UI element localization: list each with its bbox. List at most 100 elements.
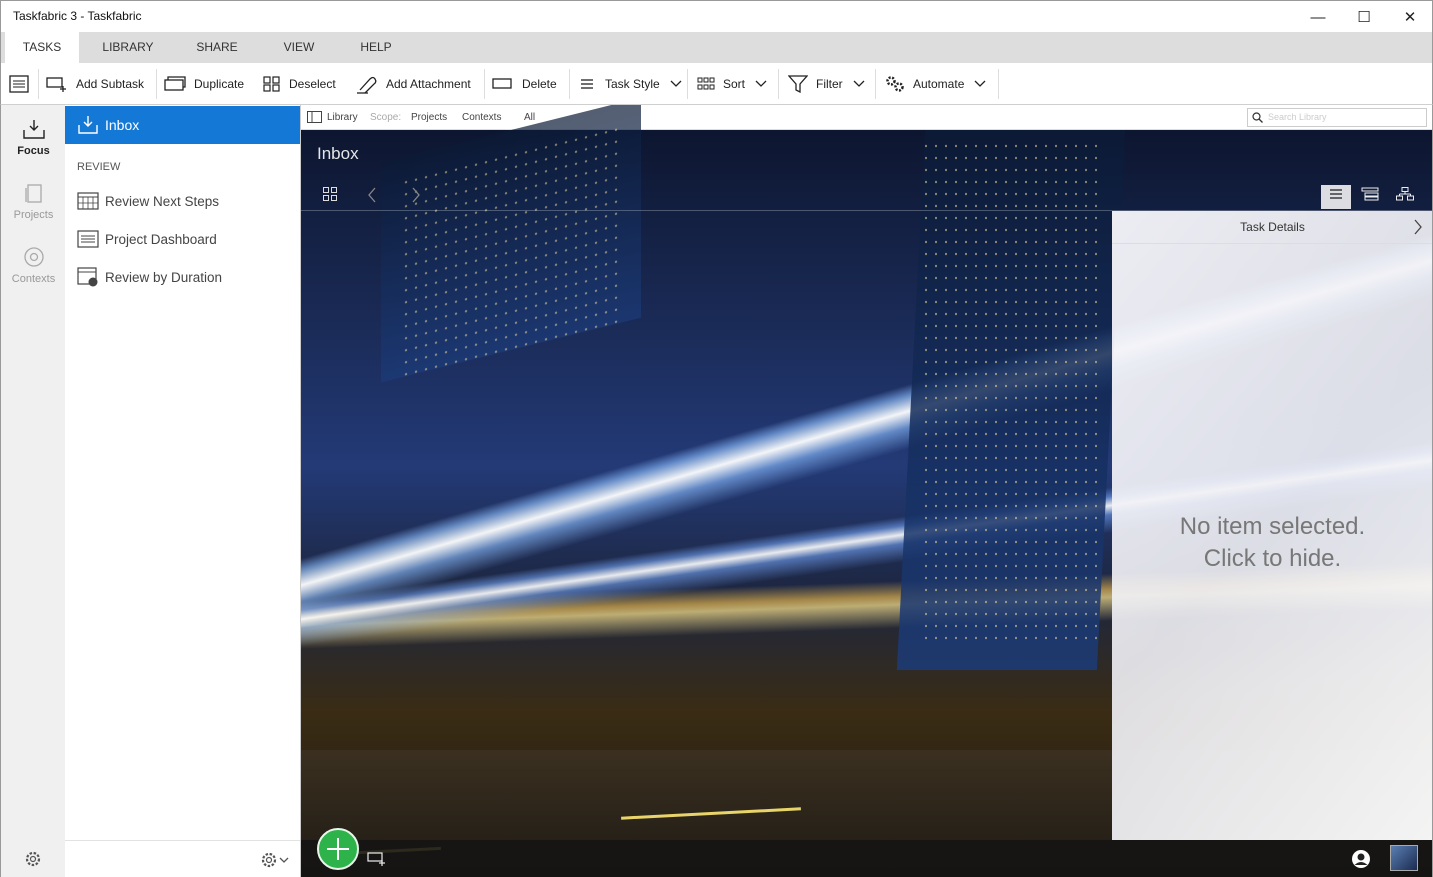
nav-section-review: REVIEW (77, 161, 121, 173)
library-icon (307, 111, 322, 123)
background-thumbnail[interactable] (1390, 845, 1418, 871)
add-subtask-icon[interactable] (367, 851, 387, 867)
main-area: Library Scope: Projects Contexts All Sea… (301, 105, 1433, 877)
rail-contexts-label: Contexts (11, 273, 56, 285)
empty-state-message[interactable]: No item selected. Click to hide. (1112, 511, 1432, 575)
scope-label: Scope: (370, 112, 402, 123)
scope-library[interactable]: Library (327, 112, 358, 123)
task-details-header: Task Details (1112, 211, 1432, 244)
close-button[interactable]: ✕ (1387, 1, 1433, 33)
deselect-button[interactable]: Deselect (263, 63, 336, 105)
minimize-icon: — (1310, 8, 1326, 26)
gear-icon (25, 851, 41, 867)
page-title: Inbox (317, 144, 359, 163)
at-sign-icon (23, 247, 44, 267)
plus-icon (327, 838, 349, 860)
hierarchy-view-icon[interactable] (1396, 187, 1414, 201)
nav-item-review-next-steps[interactable]: Review Next Steps (77, 190, 219, 212)
dashboard-icon (77, 230, 99, 248)
chevron-down-icon (974, 80, 986, 87)
rail-focus-label: Focus (17, 145, 50, 157)
scope-bar: Library Scope: Projects Contexts All Sea… (301, 105, 1432, 130)
sort-label: Sort (723, 77, 746, 91)
add-task-button[interactable] (317, 828, 359, 870)
sort-button[interactable]: Sort (697, 63, 775, 105)
duplicate-icon (164, 76, 186, 91)
gear-icon (261, 852, 277, 868)
delete-label: Delete (522, 77, 557, 91)
delete-icon (492, 78, 512, 89)
rail-contexts[interactable]: Contexts (1, 246, 66, 285)
close-icon: ✕ (1403, 9, 1417, 26)
filter-icon (788, 75, 808, 93)
scope-contexts[interactable]: Contexts (462, 112, 501, 123)
clock-calendar-icon (77, 267, 98, 287)
rail-focus[interactable]: Focus (1, 118, 66, 157)
tab-tasks[interactable]: TASKS (5, 32, 79, 63)
task-style-label: Task Style (605, 77, 660, 91)
bottom-bar (301, 840, 1432, 877)
gears-icon (886, 76, 904, 92)
empty-state-line1: No item selected. (1179, 513, 1366, 540)
nav-item-inbox[interactable]: Inbox (65, 106, 300, 144)
window-title: Taskfabric 3 - Taskfabric (13, 9, 142, 23)
tab-library[interactable]: LIBRARY (91, 32, 165, 63)
nav-footer (65, 840, 300, 877)
projects-icon (24, 184, 42, 203)
automate-label: Automate (913, 77, 965, 91)
settings-button[interactable] (23, 849, 43, 872)
search-icon (1252, 112, 1263, 123)
filter-label: Filter (816, 77, 843, 91)
nav-item-label: Review by Duration (105, 269, 223, 285)
nav-item-project-dashboard[interactable]: Project Dashboard (77, 228, 217, 250)
task-details-pane[interactable]: Task Details No item selected. Click to … (1112, 211, 1432, 840)
nav-settings-button[interactable] (259, 850, 289, 870)
calendar-grid-icon (77, 192, 99, 210)
rail-projects[interactable]: Projects (1, 182, 66, 221)
deselect-icon (263, 76, 280, 92)
list-view-icon (9, 75, 29, 93)
chevron-right-icon[interactable] (411, 187, 421, 203)
duplicate-button[interactable]: Duplicate (164, 63, 244, 105)
search-placeholder: Search Library (1268, 112, 1327, 122)
tab-help[interactable]: HELP (345, 32, 407, 63)
deselect-label: Deselect (289, 77, 336, 91)
chevron-left-icon[interactable] (367, 187, 377, 203)
task-style-button[interactable]: Task Style (579, 63, 690, 105)
search-input[interactable]: Search Library (1247, 108, 1427, 127)
filter-button[interactable]: Filter (788, 63, 873, 105)
nav-item-label: Project Dashboard (105, 231, 217, 247)
nav-item-review-by-duration[interactable]: Review by Duration (77, 266, 222, 288)
chevron-right-icon[interactable] (1413, 219, 1423, 235)
add-attachment-label: Add Attachment (386, 77, 471, 91)
toolbar: Add Subtask Duplicate Deselect Add Attac… (0, 63, 1433, 105)
grid-view-icon (323, 187, 337, 201)
menu-button[interactable] (9, 63, 37, 105)
delete-button[interactable]: Delete (492, 63, 557, 105)
inbox-tray-icon (78, 116, 98, 134)
empty-state-line2: Click to hide. (1203, 545, 1342, 572)
left-rail: Focus Projects Contexts (0, 105, 65, 877)
chevron-down-icon (755, 80, 767, 87)
minimize-button[interactable]: — (1295, 1, 1341, 33)
task-style-icon (581, 79, 593, 89)
add-subtask-icon (46, 77, 66, 92)
automate-button[interactable]: Automate (885, 63, 994, 105)
tab-view[interactable]: VIEW (267, 32, 331, 63)
nav-item-label: Review Next Steps (105, 193, 220, 209)
user-account-icon[interactable] (1351, 849, 1371, 869)
tab-share[interactable]: SHARE (179, 32, 255, 63)
add-attachment-button[interactable]: Add Attachment (356, 63, 471, 105)
inbox-tray-icon (22, 120, 45, 139)
scope-all[interactable]: All (524, 112, 535, 123)
title-bar: Taskfabric 3 - Taskfabric — ☐ ✕ (0, 0, 1433, 32)
add-subtask-button[interactable]: Add Subtask (46, 63, 144, 105)
outline-view-icon[interactable] (1361, 187, 1379, 201)
duplicate-label: Duplicate (194, 77, 245, 91)
list-view-icon[interactable] (1329, 187, 1343, 201)
chevron-down-icon (853, 80, 865, 87)
nav-panel: Inbox REVIEW Review Next Steps Project D… (65, 105, 301, 877)
scope-projects[interactable]: Projects (411, 112, 447, 123)
maximize-button[interactable]: ☐ (1341, 1, 1387, 33)
maximize-icon: ☐ (1357, 9, 1371, 26)
